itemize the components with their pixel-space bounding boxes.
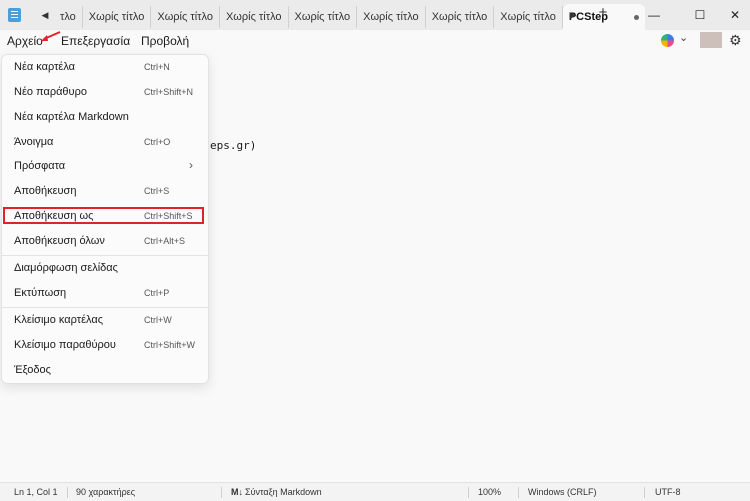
menu-separator: [2, 307, 208, 308]
menu-item-label: Κλείσιμο παραθύρου: [14, 339, 116, 351]
menu-item-label: Νέα καρτέλα Markdown: [14, 111, 129, 123]
tab-scroll-left-icon[interactable]: ◀: [40, 9, 50, 21]
menu-item-close-tab[interactable]: Κλείσιμο καρτέλας Ctrl+W: [6, 309, 204, 333]
menu-item-label: Άνοιγμα: [14, 136, 54, 148]
tab[interactable]: Χωρίς τίτλο: [83, 6, 152, 28]
copilot-icon[interactable]: [661, 34, 674, 47]
menu-item-open[interactable]: Άνοιγμα Ctrl+O: [6, 131, 204, 155]
menu-view[interactable]: Προβολή: [141, 33, 189, 49]
cursor-position: Ln 1, Col 1: [14, 487, 58, 497]
menu-item-new-tab[interactable]: Νέα καρτέλα Ctrl+N: [6, 56, 204, 80]
menu-item-save-all[interactable]: Αποθήκευση όλων Ctrl+Alt+S: [6, 230, 204, 254]
save-as-highlight-box: [3, 207, 204, 224]
line-ending[interactable]: Windows (CRLF): [528, 487, 597, 497]
menu-item-label: Διαμόρφωση σελίδας: [14, 262, 118, 274]
menu-item-label: Νέο παράθυρο: [14, 86, 87, 98]
menu-item-exit[interactable]: Έξοδος: [6, 359, 204, 383]
menu-item-new-markdown-tab[interactable]: Νέα καρτέλα Markdown: [6, 106, 204, 130]
tab[interactable]: Χωρίς τίτλο: [426, 6, 495, 28]
character-count: 90 χαρακτήρες: [76, 487, 136, 497]
menu-item-save[interactable]: Αποθήκευση Ctrl+S: [6, 180, 204, 204]
menu-item-shortcut: Ctrl+W: [144, 315, 172, 325]
tab[interactable]: Χωρίς τίτλο: [357, 6, 426, 28]
status-separator: [221, 487, 222, 498]
menu-edit[interactable]: Επεξεργασία: [61, 33, 130, 49]
menu-item-new-window[interactable]: Νέο παράθυρο Ctrl+Shift+N: [6, 81, 204, 105]
encoding[interactable]: UTF-8: [655, 487, 681, 497]
notepad-app-icon: [8, 8, 21, 22]
menu-item-shortcut: Ctrl+Alt+S: [144, 236, 186, 246]
minimize-button[interactable]: —: [631, 0, 677, 30]
new-tab-button[interactable]: +: [598, 5, 608, 20]
menu-item-close-window[interactable]: Κλείσιμο παραθύρου Ctrl+Shift+W: [6, 334, 204, 358]
tab[interactable]: τλο: [54, 6, 83, 28]
menu-item-shortcut: Ctrl+N: [144, 62, 170, 72]
menu-item-shortcut: Ctrl+S: [144, 186, 170, 196]
status-separator: [644, 487, 645, 498]
menu-bar: Αρχείο Επεξεργασία Προβολή: [0, 30, 750, 52]
tab[interactable]: Χωρίς τίτλο: [494, 6, 563, 28]
title-bar: ◀ τλο Χωρίς τίτλο Χωρίς τίτλο Χωρίς τίτλ…: [0, 0, 750, 30]
menu-separator: [2, 255, 208, 256]
markdown-syntax-toggle[interactable]: Σύνταξη Markdown: [245, 487, 322, 497]
status-separator: [468, 487, 469, 498]
menu-item-print[interactable]: Εκτύπωση Ctrl+P: [6, 282, 204, 306]
menu-file[interactable]: Αρχείο: [7, 33, 43, 49]
menu-item-shortcut: Ctrl+Shift+N: [144, 87, 194, 97]
editor-text[interactable]: eps.gr): [210, 139, 256, 152]
status-bar: Ln 1, Col 1 90 χαρακτήρες M↓ Σύνταξη Mar…: [0, 482, 750, 501]
menu-item-shortcut: Ctrl+O: [144, 137, 171, 147]
chevron-down-icon[interactable]: ⌄: [679, 31, 688, 44]
menu-item-label: Αποθήκευση: [14, 185, 77, 197]
tab-strip: τλο Χωρίς τίτλο Χωρίς τίτλο Χωρίς τίτλο …: [54, 4, 645, 30]
menu-item-label: Εκτύπωση: [14, 287, 67, 299]
menu-item-label: Νέα καρτέλα: [14, 61, 76, 73]
status-separator: [518, 487, 519, 498]
markdown-icon: M↓: [231, 487, 243, 497]
tab[interactable]: Χωρίς τίτλο: [289, 6, 358, 28]
menu-item-label: Αποθήκευση όλων: [14, 235, 105, 247]
chevron-right-icon: ›: [189, 158, 193, 172]
tab-scroll-right-icon[interactable]: ▶: [568, 9, 578, 21]
close-button[interactable]: ✕: [712, 0, 750, 30]
menu-item-shortcut: Ctrl+Shift+W: [144, 340, 196, 350]
settings-gear-icon[interactable]: ⚙: [729, 32, 742, 49]
annotation-arrow-icon: [41, 31, 61, 41]
avatar[interactable]: [700, 32, 722, 48]
menu-item-label: Έξοδος: [14, 364, 51, 376]
menu-item-label: Κλείσιμο καρτέλας: [14, 314, 103, 326]
tab[interactable]: Χωρίς τίτλο: [220, 6, 289, 28]
menu-item-shortcut: Ctrl+P: [144, 288, 170, 298]
menu-item-recent[interactable]: Πρόσφατα ›: [6, 155, 204, 179]
zoom-level[interactable]: 100%: [478, 487, 501, 497]
menu-item-page-setup[interactable]: Διαμόρφωση σελίδας: [6, 257, 204, 281]
tab[interactable]: Χωρίς τίτλο: [151, 6, 220, 28]
menu-item-label: Πρόσφατα: [14, 160, 66, 172]
status-separator: [67, 487, 68, 498]
